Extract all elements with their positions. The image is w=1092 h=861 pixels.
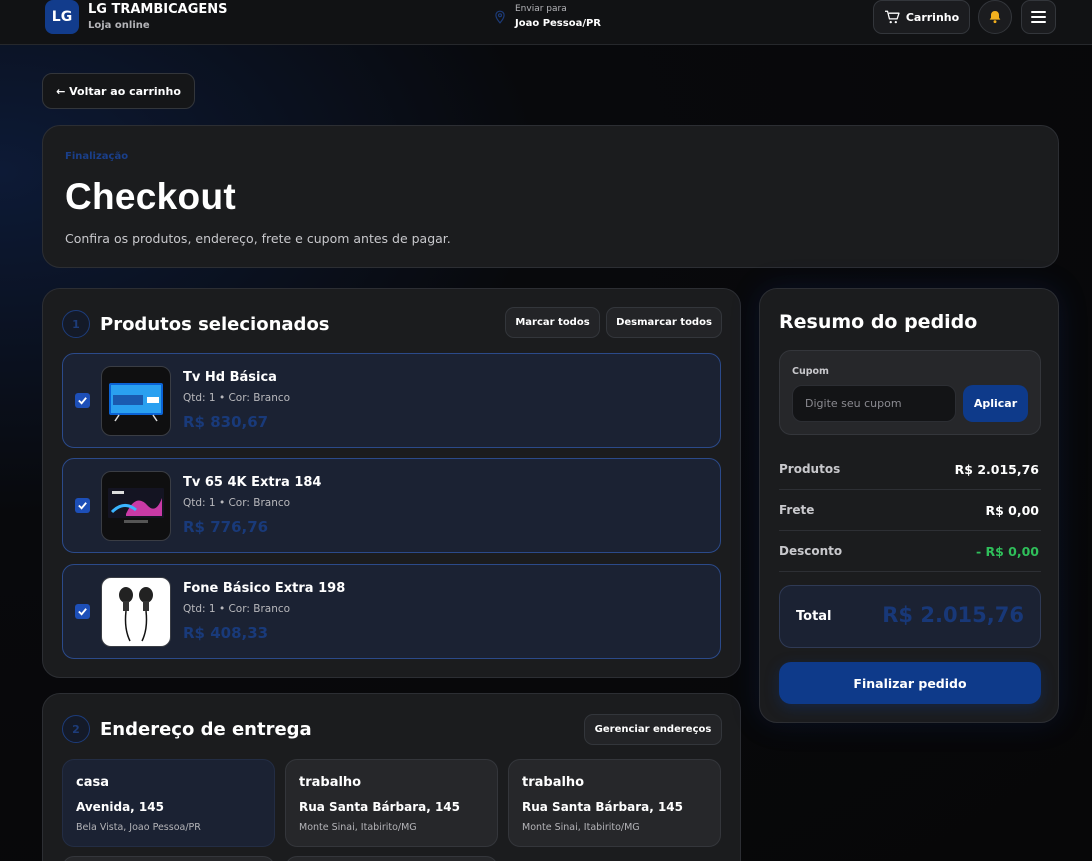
back-to-cart-button[interactable]: ← Voltar ao carrinho bbox=[42, 73, 195, 109]
top-bar: LG LG TRAMBICAGENS Loja online Enviar pa… bbox=[0, 0, 1092, 45]
menu-bar bbox=[1031, 16, 1046, 18]
tv-image bbox=[109, 383, 163, 422]
ship-to-value: Joao Pessoa/PR bbox=[515, 18, 602, 29]
check-icon bbox=[78, 397, 87, 405]
section-title: Endereço de entrega bbox=[100, 719, 312, 740]
step-badge: 2 bbox=[62, 715, 90, 743]
delivery-address-card: 2 Endereço de entrega Gerenciar endereço… bbox=[42, 693, 741, 861]
product-checkbox[interactable] bbox=[75, 498, 90, 513]
product-price: R$ 830,67 bbox=[183, 413, 269, 431]
check-icon bbox=[78, 502, 87, 510]
total-value: R$ 2.015,76 bbox=[882, 603, 1024, 627]
earphones-thumbnail bbox=[101, 577, 171, 647]
bell-icon bbox=[989, 11, 1001, 24]
section-title: Produtos selecionados bbox=[100, 314, 330, 335]
notifications-button[interactable] bbox=[978, 0, 1012, 34]
address-street: Rua Santa Bárbara, 145 bbox=[522, 800, 684, 814]
page-title: Checkout bbox=[65, 176, 236, 217]
total-box: Total R$ 2.015,76 bbox=[779, 585, 1041, 648]
address-street: Avenida, 145 bbox=[76, 800, 164, 814]
address-tag: trabalho bbox=[299, 775, 362, 790]
product-price: R$ 776,76 bbox=[183, 518, 269, 536]
brand-logo[interactable]: LG bbox=[45, 0, 79, 34]
summary-title: Resumo do pedido bbox=[779, 311, 978, 333]
tv-thumbnail bbox=[101, 366, 171, 436]
page-subtitle: Confira os produtos, endereço, frete e c… bbox=[65, 231, 451, 246]
product-checkbox[interactable] bbox=[75, 393, 90, 408]
shipping-label: Frete bbox=[779, 503, 815, 517]
subtotal-label: Produtos bbox=[779, 462, 841, 476]
tv-thumbnail bbox=[101, 471, 171, 541]
address-street: Rua Santa Bárbara, 145 bbox=[299, 800, 461, 814]
product-item[interactable]: Tv 65 4K Extra 184 Qtd: 1 • Cor: Branco … bbox=[62, 458, 721, 553]
coupon-box: Cupom Aplicar bbox=[779, 350, 1041, 435]
selected-products-card: 1 Produtos selecionados Marcar todos Des… bbox=[42, 288, 741, 678]
address-option[interactable]: trabalho Rua Santa Bárbara, 145 Monte Si… bbox=[285, 759, 498, 847]
store-subtitle: Loja online bbox=[88, 20, 150, 31]
product-price: R$ 408,33 bbox=[183, 624, 269, 642]
apply-coupon-button[interactable]: Aplicar bbox=[963, 385, 1028, 422]
coupon-label: Cupom bbox=[792, 366, 829, 377]
manage-addresses-button[interactable]: Gerenciar endereços bbox=[584, 714, 722, 745]
check-icon bbox=[78, 608, 87, 616]
menu-bar bbox=[1031, 21, 1046, 23]
address-tag: trabalho bbox=[522, 775, 585, 790]
product-meta: Qtd: 1 • Cor: Branco bbox=[183, 497, 291, 509]
address-city: Monte Sinai, Itabirito/MG bbox=[522, 822, 640, 833]
subtotal-value: R$ 2.015,76 bbox=[954, 462, 1039, 477]
shipping-value: R$ 0,00 bbox=[985, 503, 1039, 518]
step-badge: 1 bbox=[62, 310, 90, 338]
cart-icon bbox=[884, 10, 900, 24]
divider bbox=[779, 489, 1041, 490]
ship-to-label: Enviar para bbox=[515, 4, 567, 14]
cart-label: Carrinho bbox=[905, 10, 960, 24]
hamburger-menu-icon bbox=[1031, 11, 1046, 13]
select-all-button[interactable]: Marcar todos bbox=[505, 307, 600, 338]
earphones-image bbox=[106, 581, 166, 643]
product-name: Tv 65 4K Extra 184 bbox=[183, 475, 322, 490]
checkout-header-card: Finalização Checkout Confira os produtos… bbox=[42, 125, 1059, 268]
divider bbox=[779, 571, 1041, 572]
address-option-selected[interactable]: casa Avenida, 145 Bela Vista, Joao Pesso… bbox=[62, 759, 275, 847]
divider bbox=[779, 530, 1041, 531]
product-name: Fone Básico Extra 198 bbox=[183, 581, 346, 596]
store-name: LG TRAMBICAGENS bbox=[88, 2, 228, 17]
product-meta: Qtd: 1 • Cor: Branco bbox=[183, 392, 291, 404]
hamburger-menu-button[interactable] bbox=[1021, 0, 1056, 34]
page-eyebrow: Finalização bbox=[65, 151, 129, 162]
address-tag: casa bbox=[76, 775, 109, 790]
discount-label: Desconto bbox=[779, 544, 843, 558]
address-option[interactable] bbox=[285, 856, 498, 861]
finish-order-button[interactable]: Finalizar pedido bbox=[779, 662, 1041, 704]
discount-value: - R$ 0,00 bbox=[975, 544, 1039, 559]
total-label: Total bbox=[796, 609, 832, 624]
product-checkbox[interactable] bbox=[75, 604, 90, 619]
product-item[interactable]: Fone Básico Extra 198 Qtd: 1 • Cor: Bran… bbox=[62, 564, 721, 659]
address-city: Monte Sinai, Itabirito/MG bbox=[299, 822, 417, 833]
deselect-all-button[interactable]: Desmarcar todos bbox=[606, 307, 722, 338]
address-city: Bela Vista, Joao Pessoa/PR bbox=[76, 822, 201, 833]
address-option[interactable] bbox=[62, 856, 275, 861]
map-pin-icon bbox=[495, 10, 505, 24]
coupon-input[interactable] bbox=[792, 385, 956, 422]
order-summary-card: Resumo do pedido Cupom Aplicar Produtos … bbox=[759, 288, 1059, 723]
address-option[interactable]: trabalho Rua Santa Bárbara, 145 Monte Si… bbox=[508, 759, 721, 847]
cart-button[interactable]: Carrinho bbox=[873, 0, 970, 34]
product-meta: Qtd: 1 • Cor: Branco bbox=[183, 603, 291, 615]
tv-image bbox=[108, 488, 164, 523]
product-item[interactable]: Tv Hd Básica Qtd: 1 • Cor: Branco R$ 830… bbox=[62, 353, 721, 448]
product-name: Tv Hd Básica bbox=[183, 370, 277, 385]
